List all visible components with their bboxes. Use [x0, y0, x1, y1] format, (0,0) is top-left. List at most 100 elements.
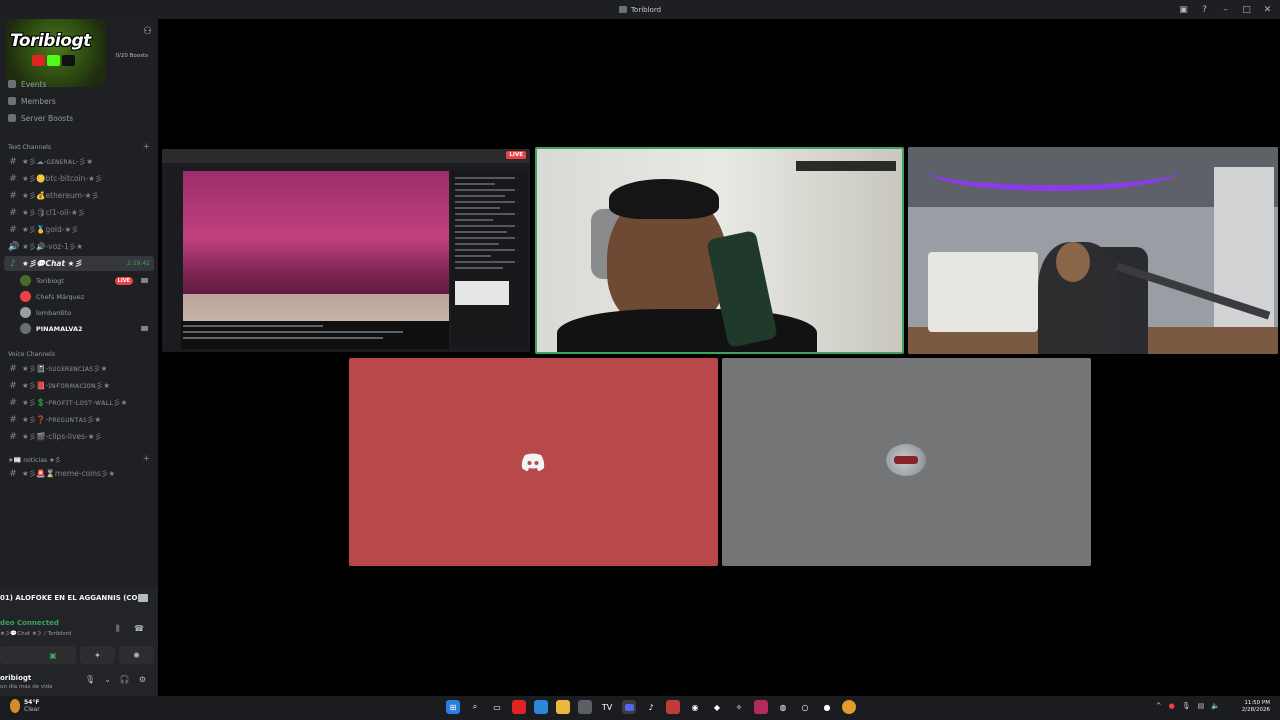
voice-channel-path[interactable]: ★彡💬Chat ★彡 / Toriblord — [0, 629, 71, 637]
settings-gear-icon[interactable]: ⚙ — [139, 675, 146, 684]
hash-icon: # — [9, 173, 17, 184]
camera-participant-hair — [609, 179, 719, 219]
category-text-channels[interactable]: Text Channels + — [8, 141, 150, 153]
maximize-button[interactable]: □ — [1242, 5, 1251, 15]
start-icon[interactable]: ⊞ — [446, 700, 460, 714]
file-explorer-icon[interactable] — [556, 700, 570, 714]
microphone-tray-icon[interactable]: 🎙 — [1182, 702, 1191, 710]
edge-icon[interactable] — [534, 700, 548, 714]
tiktok-app-icon[interactable]: ♪ — [644, 700, 658, 714]
channel-chat-active[interactable]: ♪ ★彡💬Chat ★彡 2:59:41 — [4, 256, 154, 271]
screen-share-tile[interactable]: LIVE — [162, 149, 530, 352]
title-bar: Toriblord ▣ ? – □ ✕ — [0, 0, 1280, 19]
channel-informacion[interactable]: # ★彡📕-ɪɴғᴏʀᴍᴀᴄɪᴏɴ彡★ — [8, 378, 154, 393]
boost-progress[interactable]: 0/20 Boosts — [116, 53, 149, 59]
speaker-icon: 🔊 — [8, 241, 20, 252]
hash-icon: # — [9, 468, 17, 479]
chrome-icon[interactable] — [842, 700, 856, 714]
app-red-icon[interactable] — [666, 700, 680, 714]
weather-widget[interactable]: 54°F Clear — [10, 699, 40, 713]
hash-icon: # — [9, 380, 17, 391]
user-name: lombardito — [36, 308, 72, 317]
voice-user[interactable]: lombardito — [20, 305, 154, 320]
browser-toolbar — [162, 149, 530, 163]
windows-taskbar: 54°FClear ⊞ ⌕ ▭ TV ♪ ◉ ◆ ✧ ◍ ○ ● ^ ● 🎙 — [0, 696, 1280, 720]
voice-user[interactable]: Toribiogt LIVE — [20, 273, 154, 288]
hash-icon: # — [9, 190, 17, 201]
app-icon[interactable]: ○ — [798, 700, 812, 714]
channel-btc-bitcoin[interactable]: # ★彡🪙btc-bitcoin-★彡 — [8, 171, 154, 186]
avatar — [20, 291, 31, 302]
chevron-up-icon[interactable]: ^ — [1156, 702, 1162, 710]
channel-ethereum[interactable]: # ★彡💰ethereum-★彡 — [8, 188, 154, 203]
close-button[interactable]: ✕ — [1263, 5, 1272, 15]
nav-events[interactable]: Events — [8, 77, 46, 91]
channel-meme-coins[interactable]: # ★彡🚨⌛meme-coins彡★ — [8, 466, 154, 481]
nav-server-boosts[interactable]: Server Boosts — [8, 111, 73, 125]
voice-panel: 01) ALOFOKE EN EL AGGANNIS (CO... deo Co… — [0, 586, 158, 696]
soundboard-icon: ✺ — [133, 650, 140, 660]
channel-label: ★彡📕-ɪɴғᴏʀᴍᴀᴄɪᴏɴ彡★ — [22, 381, 110, 390]
store-icon[interactable] — [578, 700, 592, 714]
hash-icon: # — [9, 431, 17, 442]
app-icon[interactable]: ◍ — [776, 700, 790, 714]
noise-suppression-icon[interactable]: ⫼ — [116, 624, 120, 634]
task-view-icon[interactable]: ▭ — [490, 700, 504, 714]
channel-voz-1[interactable]: 🔊 ★彡🔊-voz-1彡★ — [8, 239, 154, 254]
obs-icon[interactable]: ● — [820, 700, 834, 714]
tradingview-icon[interactable]: TV — [600, 700, 614, 714]
channel-preguntas[interactable]: # ★彡❓-ᴘʀᴇɢᴜɴᴛᴀs彡★ — [8, 412, 154, 427]
participant-tile[interactable] — [349, 358, 718, 566]
chevron-down-icon[interactable]: ⌄ — [104, 675, 111, 684]
camera-scene-led — [928, 151, 1178, 191]
voice-user[interactable]: Chefs Márquez — [20, 289, 154, 304]
stream-title[interactable]: 01) ALOFOKE EN EL AGGANNIS (CO... — [0, 594, 158, 602]
youtube-app-icon[interactable] — [512, 700, 526, 714]
discord-logo-icon — [521, 453, 545, 471]
camera-tile-speaking[interactable] — [535, 147, 904, 354]
nav-members[interactable]: Members — [8, 94, 56, 108]
channel-sugerencias[interactable]: # ★彡📓-sᴜɢᴇʀᴇɴᴄɪᴀs彡★ — [8, 361, 154, 376]
user-panel[interactable]: oribiogt un dia mas de vida 🎙 ⌄ 🎧 ⚙ — [0, 672, 158, 694]
voice-connection-status[interactable]: deo Connected — [0, 619, 59, 627]
help-icon[interactable]: ? — [1200, 5, 1209, 15]
category-voice-channels[interactable]: Voice Channels — [8, 348, 150, 360]
category-label: ★📰 noticias ★彡 — [8, 456, 61, 464]
clock[interactable]: 11:50 PM 2/28/2026 — [1242, 700, 1270, 714]
soundboard-button[interactable]: ✺ — [119, 646, 154, 664]
disconnect-icon[interactable]: ☎ — [134, 624, 144, 633]
tiktok-live-icon[interactable] — [754, 700, 768, 714]
channel-clips-lives[interactable]: # ★彡🎬-clips-lives-★彡 — [8, 429, 154, 444]
discord-taskbar-icon[interactable] — [622, 700, 636, 714]
channel-general[interactable]: # ★彡☁-ɢᴇɴᴇʀᴀʟ-彡★ — [8, 154, 154, 169]
screen-share-button[interactable]: ▣ — [0, 646, 76, 664]
channel-cl1-oil[interactable]: # ★彡🛢cl1-oil-★彡 — [8, 205, 154, 220]
headphones-icon[interactable]: 🎧 — [120, 675, 130, 684]
hash-icon: # — [9, 207, 17, 218]
channel-gold[interactable]: # ★彡🥇gold-★彡 — [8, 222, 154, 237]
search-icon[interactable]: ⌕ — [468, 700, 482, 714]
activities-button[interactable]: ✦ — [80, 646, 115, 664]
camera-tile[interactable] — [908, 147, 1278, 354]
stream-window-icon[interactable] — [138, 594, 148, 602]
network-icon[interactable]: ▤ — [1198, 702, 1205, 710]
microphone-icon[interactable]: 🎙 — [85, 675, 95, 684]
participant-tile[interactable] — [722, 358, 1091, 566]
voice-user[interactable]: PINAMALVA2 — [20, 321, 154, 336]
category-noticias[interactable]: ★📰 noticias ★彡 + — [8, 453, 150, 465]
channel-profit-lost-wall[interactable]: # ★彡💲-ᴘʀᴏғɪᴛ-ʟᴏsᴛ-ᴡᴀʟʟ彡★ — [8, 395, 154, 410]
server-header[interactable]: Toribiogt ⚇ 0/20 Boosts — [0, 19, 158, 87]
tray-app-icon[interactable]: ● — [1169, 702, 1175, 710]
temperature: 54°F — [24, 699, 40, 706]
app-icon[interactable]: ✧ — [732, 700, 746, 714]
steam-icon[interactable]: ◉ — [688, 700, 702, 714]
add-member-icon[interactable]: ⚇ — [143, 26, 152, 37]
app-icon[interactable]: ◆ — [710, 700, 724, 714]
minimize-button[interactable]: – — [1221, 5, 1230, 15]
volume-icon[interactable]: 🔈 — [1211, 702, 1220, 710]
add-channel-icon[interactable]: + — [142, 142, 150, 152]
activities-icon: ✦ — [94, 650, 101, 660]
inbox-icon[interactable]: ▣ — [1179, 5, 1188, 15]
add-channel-icon[interactable]: + — [142, 454, 150, 464]
avatar-car-image — [894, 456, 918, 464]
